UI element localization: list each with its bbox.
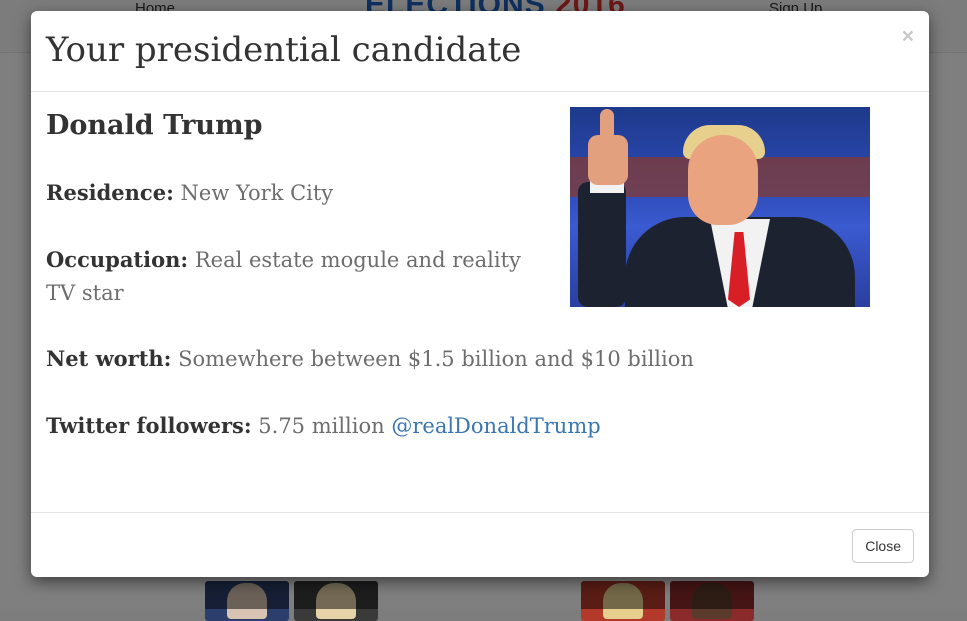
candidate-modal: Your presidential candidate × Donald Tru… xyxy=(31,11,929,577)
candidate-name: Donald Trump xyxy=(46,110,263,141)
modal-header: Your presidential candidate × xyxy=(31,11,929,92)
candidate-photo xyxy=(570,107,870,307)
modal-footer: Close xyxy=(31,512,929,578)
twitter-row: Twitter followers: 5.75 million @realDon… xyxy=(46,409,746,443)
residence-row: Residence: New York City xyxy=(46,176,566,210)
residence-label: Residence: xyxy=(46,180,174,205)
twitter-label: Twitter followers: xyxy=(46,413,252,438)
modal-title: Your presidential candidate xyxy=(46,30,522,70)
occupation-row: Occupation: Real estate mogule and reali… xyxy=(46,243,546,310)
close-button[interactable]: Close xyxy=(852,529,914,563)
twitter-count: 5.75 million xyxy=(258,414,385,438)
net-worth-value: Somewhere between $1.5 billion and $10 b… xyxy=(178,347,694,371)
net-worth-label: Net worth: xyxy=(46,346,172,371)
occupation-label: Occupation: xyxy=(46,247,189,272)
residence-value: New York City xyxy=(180,181,334,205)
net-worth-row: Net worth: Somewhere between $1.5 billio… xyxy=(46,342,746,376)
close-icon[interactable]: × xyxy=(902,25,914,49)
twitter-handle-link[interactable]: @realDonaldTrump xyxy=(391,414,600,438)
